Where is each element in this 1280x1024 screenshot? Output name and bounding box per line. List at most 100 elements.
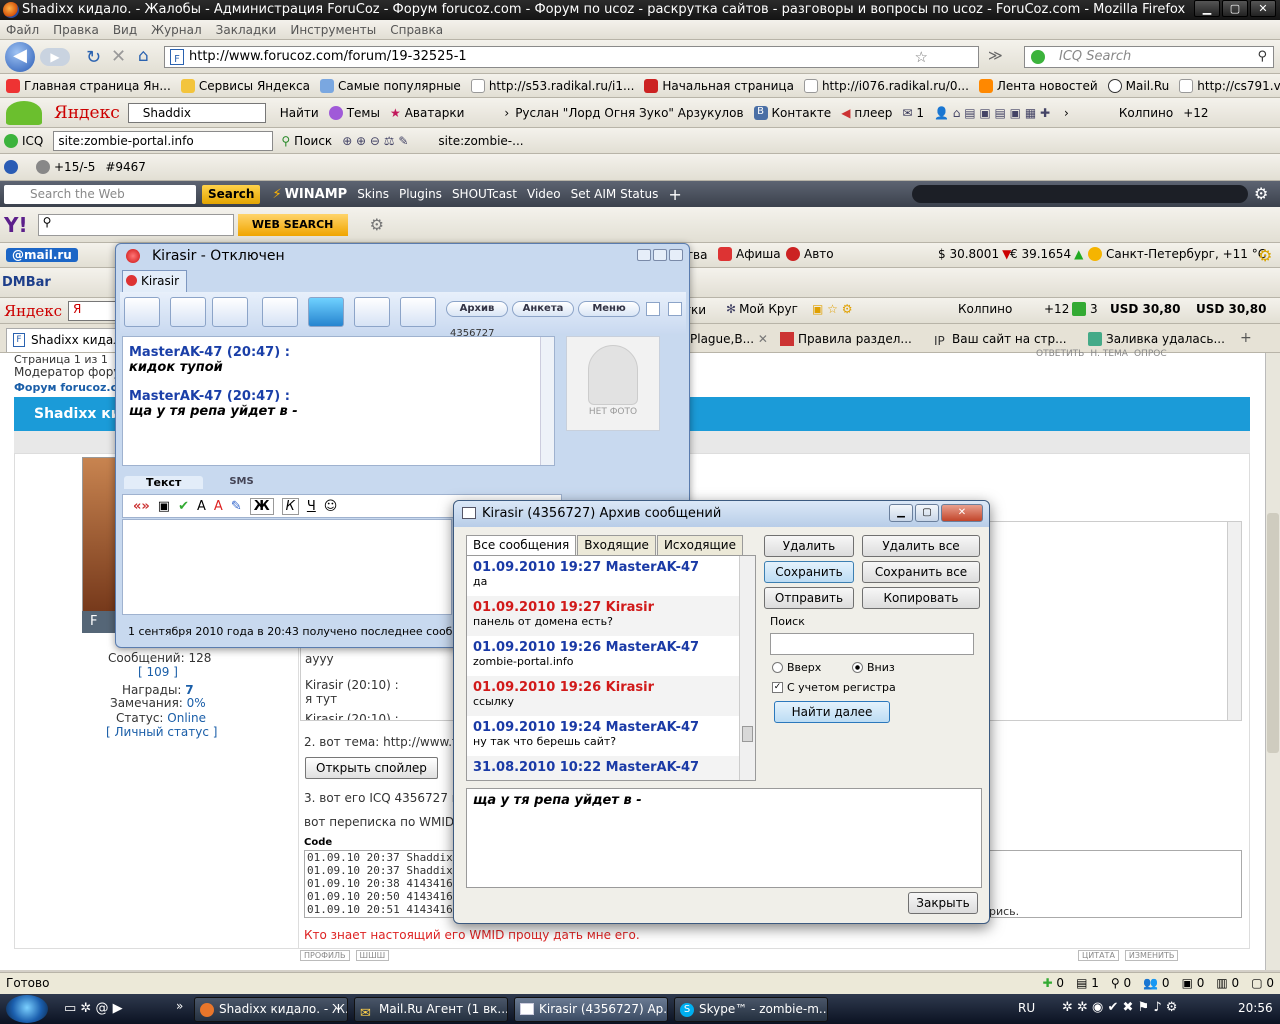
webcam-icon-button[interactable]: [170, 297, 206, 327]
yandex-find-button[interactable]: Найти: [280, 106, 319, 120]
yandex-person[interactable]: › Руслан "Лорд Огня Зуко" Арзукулов: [504, 106, 743, 120]
list-item[interactable]: 31.08.2010 10:22 MasterAK-47: [467, 756, 755, 780]
tab-sms[interactable]: SMS: [207, 476, 275, 489]
quote-scrollbar[interactable]: [1227, 522, 1241, 720]
profile-button[interactable]: Анкета: [512, 301, 574, 317]
reload-icon[interactable]: ↻: [86, 47, 101, 68]
delete-button[interactable]: Удалить: [764, 535, 854, 557]
close-tab-icon[interactable]: ✕: [758, 332, 768, 346]
addon-icon[interactable]: ≫: [988, 48, 1003, 64]
chat-scrollbar[interactable]: [540, 337, 554, 465]
smiley-icon[interactable]: ☺: [324, 499, 338, 514]
personal-status-link[interactable]: [ Личный статус ]: [106, 725, 217, 739]
avto-link[interactable]: Авто: [786, 247, 834, 261]
bookmark-radikal-1[interactable]: http://s53.radikal.ru/i1...: [470, 78, 634, 93]
page-scrollbar[interactable]: [1265, 353, 1280, 970]
yandex-search-input-2[interactable]: Я: [68, 300, 123, 321]
icq-contact-tab[interactable]: Kirasir ✕: [122, 270, 187, 309]
archive-maximize-button[interactable]: ▢: [915, 504, 939, 522]
counter-pages[interactable]: ▤ 1: [1076, 973, 1099, 993]
yandex-tools-icons[interactable]: 👤 ⌂ ▤ ▣ ▤ ▣ ▦ ✚: [934, 106, 1050, 120]
winamp-plugins[interactable]: Plugins: [399, 187, 442, 201]
web-search-input[interactable]: Search the Web: [4, 184, 196, 204]
list-item[interactable]: 01.09.2010 19:26 Kirasir ссылку: [467, 676, 755, 716]
maximize-button[interactable]: ▢: [1222, 0, 1248, 17]
italic-button[interactable]: К: [281, 497, 299, 515]
counter-add[interactable]: ✚ 0: [1043, 973, 1065, 993]
icq-site-shortcut[interactable]: site:zombie-...: [438, 134, 523, 148]
new-tab-icon[interactable]: +: [1240, 330, 1252, 346]
web-search-button[interactable]: Search: [202, 184, 261, 204]
new-topic-button[interactable]: Н. ТЕМА: [1090, 349, 1128, 359]
menu-file[interactable]: Файл: [6, 23, 39, 37]
yandex-search-input[interactable]: Shaddix: [127, 102, 266, 123]
close-button[interactable]: ✕: [1250, 0, 1276, 17]
url-input[interactable]: http://www.forucoz.com/forum/19-32525-1 …: [164, 46, 979, 68]
save-button[interactable]: Сохранить: [764, 561, 854, 583]
copy-button[interactable]: Копировать: [862, 587, 980, 609]
winamp-video[interactable]: Video: [527, 187, 561, 201]
winamp-player-controls[interactable]: [912, 185, 1248, 203]
menu-button[interactable]: Меню: [578, 301, 640, 317]
archive-close-button[interactable]: ✕: [941, 504, 983, 522]
winamp-shoutcast[interactable]: SHOUTcast: [452, 187, 517, 201]
tab-text[interactable]: Текст: [124, 476, 204, 489]
edit-button[interactable]: ИЗМЕНИТЬ: [1124, 950, 1179, 961]
pin-icon[interactable]: [646, 302, 660, 316]
page-scrollbar-thumb[interactable]: [1267, 513, 1279, 753]
case-checkbox[interactable]: ✓: [772, 682, 783, 693]
underline-button[interactable]: Ч: [307, 499, 316, 514]
stop-icon[interactable]: ✕: [111, 46, 126, 67]
bookmark-yandex-services[interactable]: Сервисы Яндекса: [180, 78, 310, 93]
quote-button[interactable]: ЦИТАТА: [1078, 950, 1119, 961]
delete-all-button[interactable]: Удалить все: [862, 535, 980, 557]
minimize-button[interactable]: ▁: [1194, 0, 1220, 17]
tab-all-messages[interactable]: Все сообщения: [466, 535, 577, 555]
icq-menu[interactable]: ICQ: [22, 134, 43, 148]
tray-icons[interactable]: ✲ ✲ ◉ ✔ ✖ ⚑ ♪ ⚙: [1062, 1000, 1177, 1015]
direction-down[interactable]: Вниз: [852, 661, 895, 674]
quicklaunch-icons[interactable]: ▭ ✲ @ ▶: [64, 1001, 123, 1016]
menu-tools[interactable]: Инструменты: [290, 23, 376, 37]
font-color-icon[interactable]: A: [214, 499, 223, 514]
bookmark-popular[interactable]: Самые популярные: [320, 78, 461, 93]
tab-rules[interactable]: Правила раздел...: [778, 328, 922, 352]
winamp-skins[interactable]: Skins: [357, 187, 389, 201]
counter-search[interactable]: ⚲ 0: [1111, 973, 1131, 993]
moi-krug-link[interactable]: ✻ Мой Круг: [726, 302, 798, 316]
list-item[interactable]: 01.09.2010 19:26 MasterAK-47 zombie-porta…: [467, 636, 755, 676]
counter-files[interactable]: ▥ 0: [1216, 973, 1239, 993]
menu-edit[interactable]: Правка: [53, 23, 99, 37]
bookmark-start-page[interactable]: Начальная страница: [644, 78, 794, 93]
layout-icon[interactable]: [668, 302, 682, 316]
bookmark-mailru[interactable]: Mail.Ru: [1107, 78, 1169, 93]
winamp-aim-status[interactable]: Set AIM Status: [571, 187, 659, 201]
counter-lock[interactable]: ▢ 0: [1251, 973, 1274, 993]
globe-icon-button[interactable]: [212, 297, 248, 327]
zoom-tools[interactable]: ⊕ ⊕ ⊖ ⚖ ✎: [342, 134, 408, 148]
open-spoiler-button[interactable]: Открыть спойлер: [305, 757, 438, 779]
list-item[interactable]: 01.09.2010 19:27 MasterAK-47 да: [467, 556, 755, 596]
message-compose-input[interactable]: [122, 519, 452, 615]
bookmark-news-feed[interactable]: Лента новостей: [978, 78, 1098, 93]
back-button[interactable]: ◀: [5, 42, 35, 72]
reply-button[interactable]: ОТВЕТИТЬ: [1036, 349, 1084, 359]
home-icon[interactable]: ⌂: [138, 46, 149, 66]
dmbar-logo[interactable]: DMBar: [2, 275, 51, 290]
save-all-button[interactable]: Сохранить все: [862, 561, 980, 583]
icq-close-button[interactable]: [669, 249, 683, 261]
contacts-icon-button[interactable]: [354, 297, 390, 327]
archive-search-input[interactable]: [770, 633, 974, 655]
vkontakte-link[interactable]: В Контакте: [753, 105, 831, 120]
mail-counter[interactable]: ✉ 1: [902, 106, 924, 120]
list-item[interactable]: 01.09.2010 19:27 Kirasir панель от домена…: [467, 596, 755, 636]
bookmark-yandex-main[interactable]: Главная страница Ян...: [6, 78, 171, 93]
start-button[interactable]: [6, 995, 48, 1023]
counter-windows[interactable]: ▣ 0: [1182, 973, 1205, 993]
highlight-icon[interactable]: ✎: [231, 499, 242, 514]
menu-history[interactable]: Журнал: [151, 23, 202, 37]
icq-maximize-button[interactable]: [653, 249, 667, 261]
yahoo-web-search-button[interactable]: WEB SEARCH: [237, 213, 348, 236]
counter-users[interactable]: 👥 0: [1143, 973, 1169, 993]
tab-forucoz[interactable]: FShadixx кидал...: [6, 328, 122, 352]
